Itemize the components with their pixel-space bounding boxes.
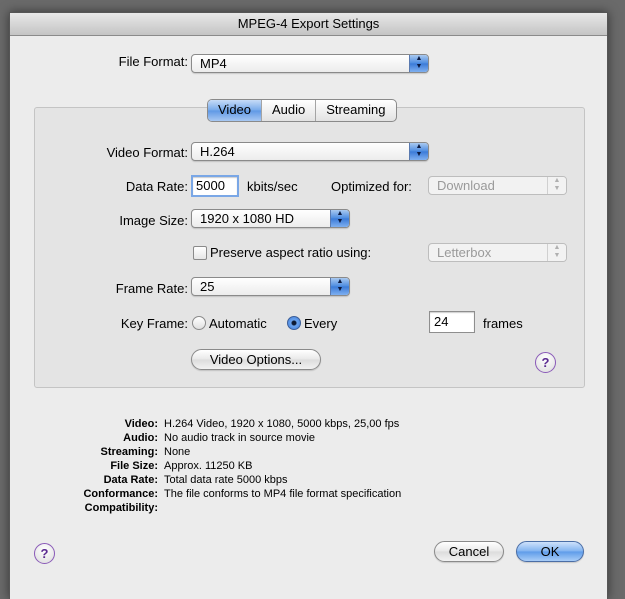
key-frame-every-label: Every [304,316,338,331]
ok-button[interactable]: OK [516,541,584,562]
summary-key: Data Rate: [103,474,158,486]
popup-arrows-icon: ▲ ▼ [547,244,566,261]
summary-value: The file conforms to MP4 file format spe… [164,488,402,500]
key-frame-frames-unit: frames [483,316,523,331]
data-rate-label: Data Rate: [125,179,188,194]
popup-arrows-icon: ▲ ▼ [409,55,428,72]
tab-audio[interactable]: Audio [262,100,317,121]
summary-key: Conformance: [83,488,158,500]
summary-row: Streaming: None [50,445,401,459]
preserve-aspect-checkbox[interactable] [193,246,207,260]
frame-rate-label: Frame Rate: [115,281,188,296]
file-format-value: MP4 [200,56,227,71]
popup-arrows-icon: ▲ ▼ [409,143,428,160]
optimized-for-value: Download [437,178,495,193]
cancel-button[interactable]: Cancel [434,541,504,562]
panel-help-icon[interactable]: ? [535,352,556,373]
tab-streaming[interactable]: Streaming [316,100,395,121]
summary-row: Video: H.264 Video, 1920 x 1080, 5000 kb… [50,417,401,431]
summary-row: Data Rate: Total data rate 5000 kbps [50,473,401,487]
frame-rate-popup[interactable]: 25 ▲ ▼ [191,277,350,296]
summary-key: Audio: [123,432,158,444]
summary-value: Approx. 11250 KB [164,460,253,472]
export-summary: Video: H.264 Video, 1920 x 1080, 5000 kb… [50,417,401,515]
image-size-popup[interactable]: 1920 x 1080 HD ▲ ▼ [191,209,350,228]
optimized-for-label: Optimized for: [331,179,412,194]
summary-row: File Size: Approx. 11250 KB [50,459,401,473]
letterbox-popup[interactable]: Letterbox ▲ ▼ [428,243,567,262]
data-rate-unit: kbits/sec [247,179,298,194]
key-frame-frames-field[interactable]: 24 [429,311,475,333]
preserve-aspect-label: Preserve aspect ratio using: [210,245,372,260]
popup-arrows-icon: ▲ ▼ [330,210,349,227]
key-frame-every-radio[interactable] [287,316,301,330]
summary-key: Streaming: [100,446,158,458]
summary-key: Video: [124,418,158,430]
key-frame-label: Key Frame: [120,316,188,331]
summary-row: Conformance: The file conforms to MP4 fi… [50,487,401,501]
settings-tabs: Video Audio Streaming [207,99,397,122]
frame-rate-value: 25 [200,279,215,294]
summary-value: None [164,446,191,458]
data-rate-field[interactable]: 5000 [191,175,239,197]
summary-value: No audio track in source movie [164,432,316,444]
image-size-label: Image Size: [119,213,188,228]
summary-key: Compatibility: [84,502,158,514]
video-format-label: Video Format: [106,145,188,160]
popup-arrows-icon: ▲ ▼ [330,278,349,295]
tab-video[interactable]: Video [208,100,263,121]
summary-value: H.264 Video, 1920 x 1080, 5000 kbps, 25,… [164,418,400,430]
video-format-popup[interactable]: H.264 ▲ ▼ [191,142,429,161]
popup-arrows-icon: ▲ ▼ [547,177,566,194]
file-format-label: File Format: [118,54,188,69]
summary-row: Audio: No audio track in source movie [50,431,401,445]
summary-value: Total data rate 5000 kbps [164,474,288,486]
image-size-value: 1920 x 1080 HD [200,211,294,226]
export-settings-window: MPEG-4 Export Settings File Format: MP4 … [9,12,608,599]
key-frame-automatic-label: Automatic [209,316,267,331]
key-frame-automatic-radio[interactable] [192,316,206,330]
dialog-help-icon[interactable]: ? [34,543,55,564]
video-options-button[interactable]: Video Options... [191,349,321,370]
optimized-for-popup[interactable]: Download ▲ ▼ [428,176,567,195]
video-format-value: H.264 [200,144,235,159]
window-title: MPEG-4 Export Settings [10,13,607,36]
summary-row: Compatibility: [50,501,401,515]
file-format-popup[interactable]: MP4 ▲ ▼ [191,54,429,73]
letterbox-value: Letterbox [437,245,492,260]
summary-key: File Size: [110,460,158,472]
